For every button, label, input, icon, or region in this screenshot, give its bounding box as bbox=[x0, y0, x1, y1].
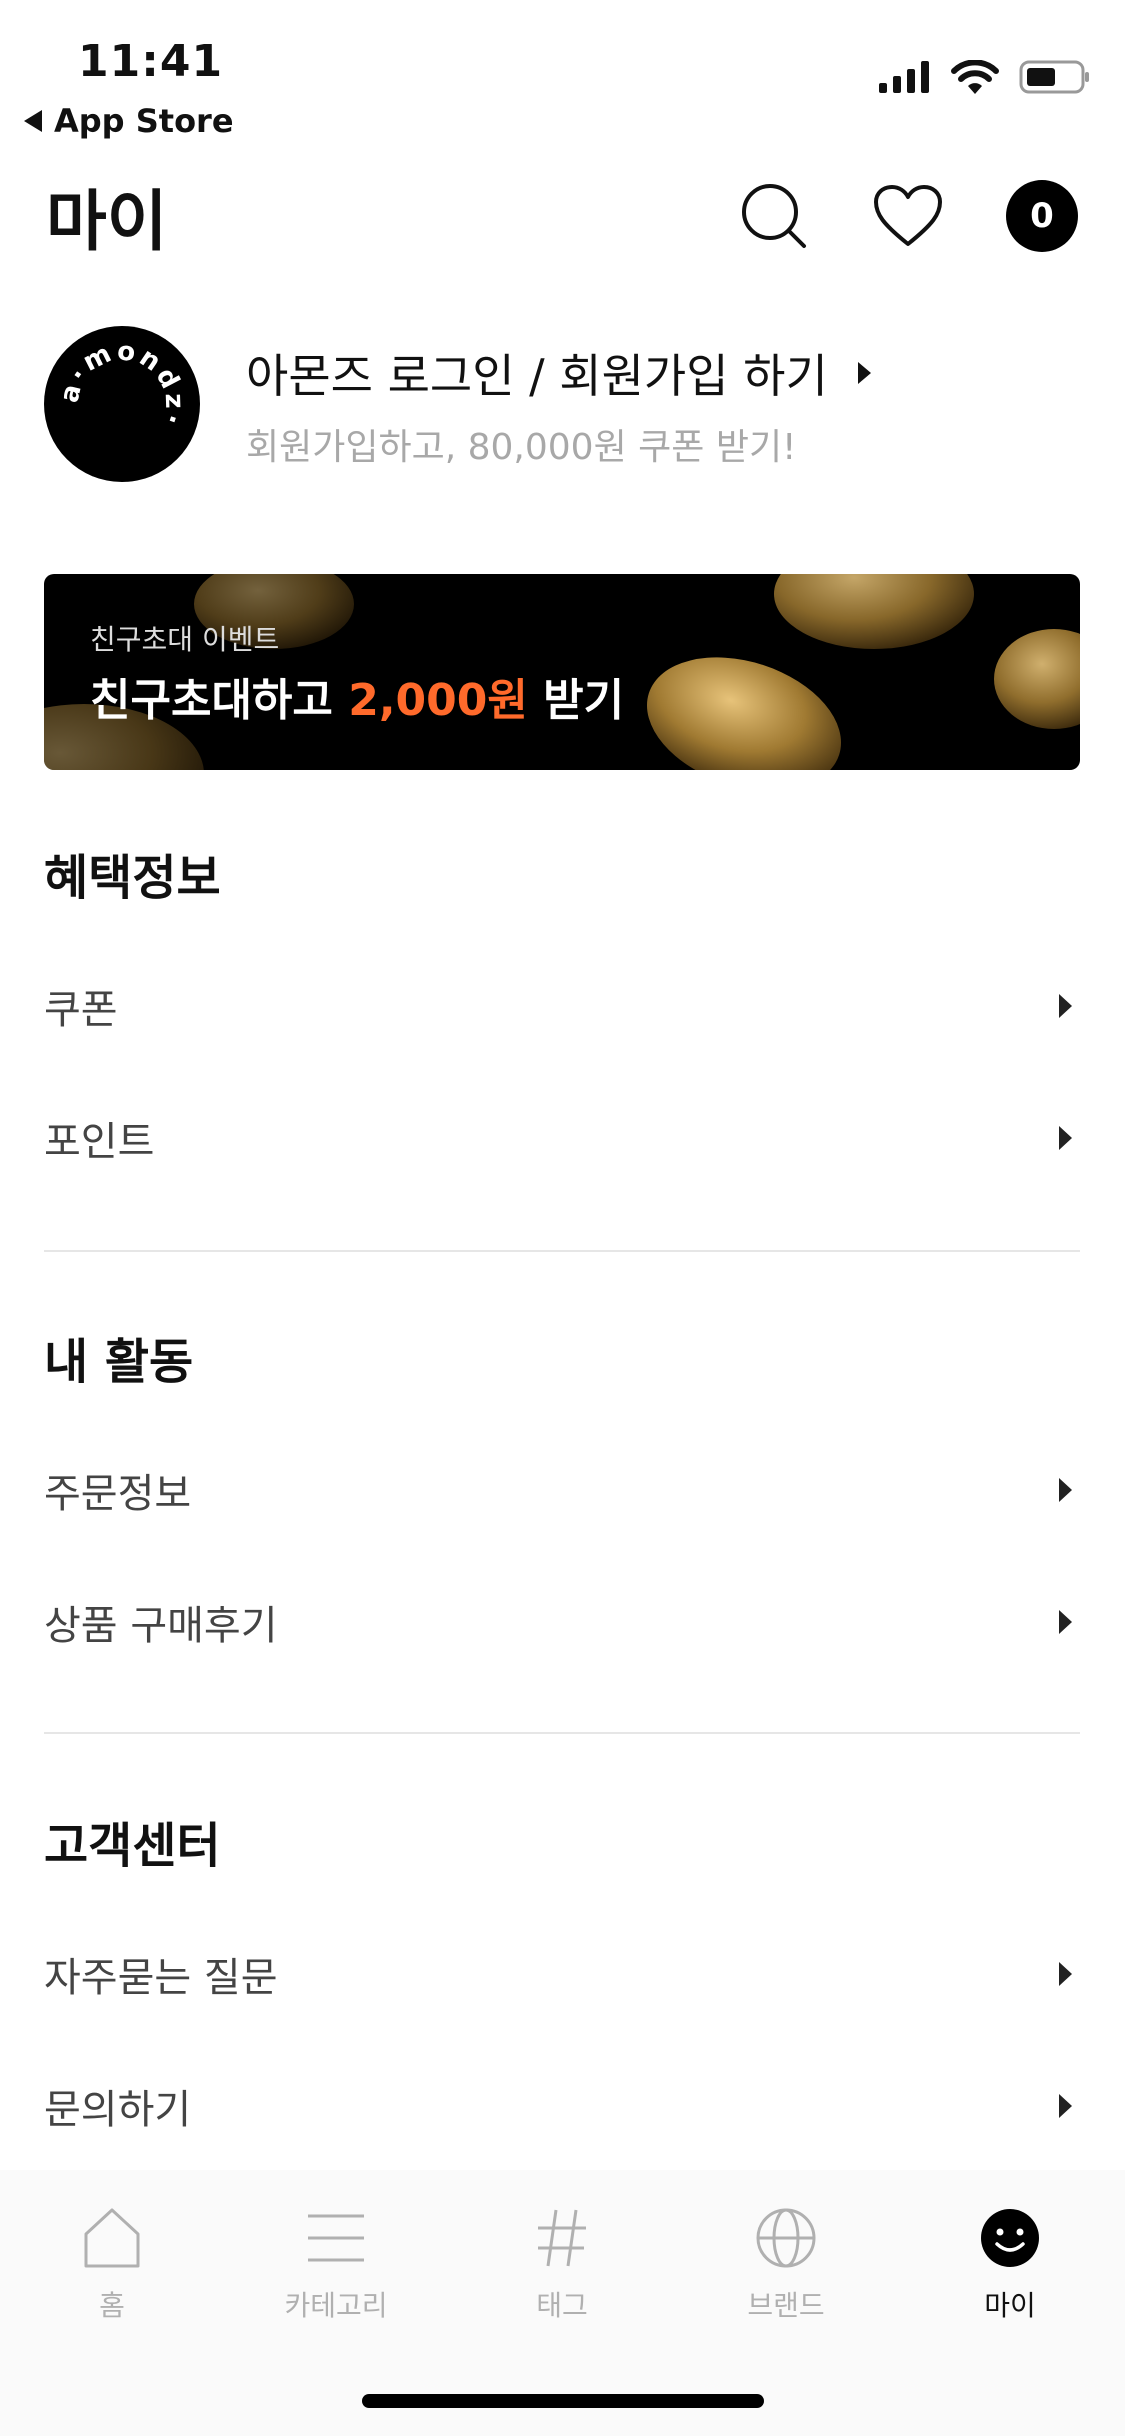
banner-title: 친구초대하고 2,000원 받기 bbox=[90, 664, 624, 728]
menu-item-coupon[interactable]: 쿠폰 bbox=[44, 956, 1080, 1056]
tab-label: 카테고리 bbox=[284, 2289, 388, 2322]
menu-item-label: 주문정보 bbox=[44, 1471, 192, 1517]
home-icon bbox=[84, 2208, 140, 2268]
wifi-icon bbox=[951, 60, 999, 94]
battery-icon bbox=[1019, 60, 1089, 94]
menu-item-point[interactable]: 포인트 bbox=[44, 1088, 1080, 1188]
chevron-right-icon bbox=[1059, 1478, 1072, 1502]
search-icon bbox=[742, 184, 806, 248]
status-time: 11:41 bbox=[78, 36, 224, 87]
section-title-benefits: 혜택정보 bbox=[44, 850, 221, 906]
cart-button[interactable]: 0 bbox=[1006, 180, 1078, 252]
signal-icon bbox=[879, 61, 929, 93]
chevron-right-icon bbox=[1059, 1126, 1072, 1150]
menu-item-inquiry[interactable]: 문의하기 bbox=[44, 2056, 1080, 2156]
tab-label: 홈 bbox=[99, 2289, 125, 2322]
chevron-right-icon bbox=[1059, 2094, 1072, 2118]
back-label: App Store bbox=[54, 102, 234, 140]
svg-text:a·mondz·: a·mondz· bbox=[54, 336, 189, 431]
menu-item-reviews[interactable]: 상품 구매후기 bbox=[44, 1572, 1080, 1672]
chevron-right-icon bbox=[1059, 1610, 1072, 1634]
banner-title-amount: 2,000원 bbox=[348, 675, 528, 726]
menu-item-label: 포인트 bbox=[44, 1119, 155, 1165]
divider bbox=[44, 1732, 1080, 1734]
tab-home[interactable]: 홈 bbox=[32, 2198, 192, 2324]
tab-label: 태그 bbox=[536, 2289, 588, 2322]
home-indicator bbox=[362, 2394, 764, 2408]
chevron-right-icon bbox=[1059, 1962, 1072, 1986]
page-title: 마이 bbox=[46, 183, 168, 260]
tab-brand[interactable]: 브랜드 bbox=[706, 2198, 866, 2324]
login-signup-label: 아몬즈 로그인 / 회원가입 하기 bbox=[246, 349, 828, 403]
menu-item-faq[interactable]: 자주묻는 질문 bbox=[44, 1924, 1080, 2024]
section-title-activity: 내 활동 bbox=[44, 1334, 194, 1390]
tab-label: 마이 bbox=[984, 2289, 1036, 2322]
wishlist-button[interactable] bbox=[870, 178, 946, 254]
back-to-app-store[interactable]: App Store bbox=[24, 102, 234, 140]
tab-tag[interactable]: 태그 bbox=[482, 2198, 642, 2324]
menu-item-label: 자주묻는 질문 bbox=[44, 1955, 278, 2001]
banner-subtitle: 친구초대 이벤트 bbox=[90, 623, 280, 656]
tab-label: 브랜드 bbox=[747, 2289, 825, 2322]
menu-item-orders[interactable]: 주문정보 bbox=[44, 1440, 1080, 1540]
globe-icon bbox=[756, 2208, 816, 2268]
banner-title-prefix: 친구초대하고 bbox=[90, 675, 349, 726]
tab-category[interactable]: 카테고리 bbox=[256, 2198, 416, 2324]
signup-benefit-text: 회원가입하고, 80,000원 쿠폰 받기! bbox=[246, 427, 797, 468]
banner-title-suffix: 받기 bbox=[527, 675, 625, 726]
amondz-logo: a·mondz· bbox=[44, 326, 200, 482]
back-arrow-icon bbox=[24, 110, 42, 132]
chevron-right-icon bbox=[857, 362, 871, 384]
section-title-support: 고객센터 bbox=[44, 1818, 221, 1874]
login-signup-link[interactable]: 아몬즈 로그인 / 회원가입 하기 bbox=[246, 340, 871, 406]
referral-event-banner[interactable]: 친구초대 이벤트 친구초대하고 2,000원 받기 bbox=[44, 574, 1080, 770]
divider bbox=[44, 1250, 1080, 1252]
status-icons bbox=[879, 60, 1091, 94]
menu-icon bbox=[308, 2214, 364, 2262]
heart-icon bbox=[874, 185, 942, 246]
logo-text: a·mondz· bbox=[54, 336, 186, 431]
menu-item-label: 쿠폰 bbox=[44, 987, 118, 1033]
menu-item-label: 문의하기 bbox=[44, 2087, 192, 2133]
menu-item-label: 상품 구매후기 bbox=[44, 1603, 278, 1649]
chevron-right-icon bbox=[1059, 994, 1072, 1018]
hashtag-icon bbox=[538, 2209, 586, 2267]
tab-my[interactable]: 마이 bbox=[930, 2198, 1090, 2324]
smiley-icon bbox=[981, 2209, 1039, 2267]
search-button[interactable] bbox=[736, 178, 812, 254]
